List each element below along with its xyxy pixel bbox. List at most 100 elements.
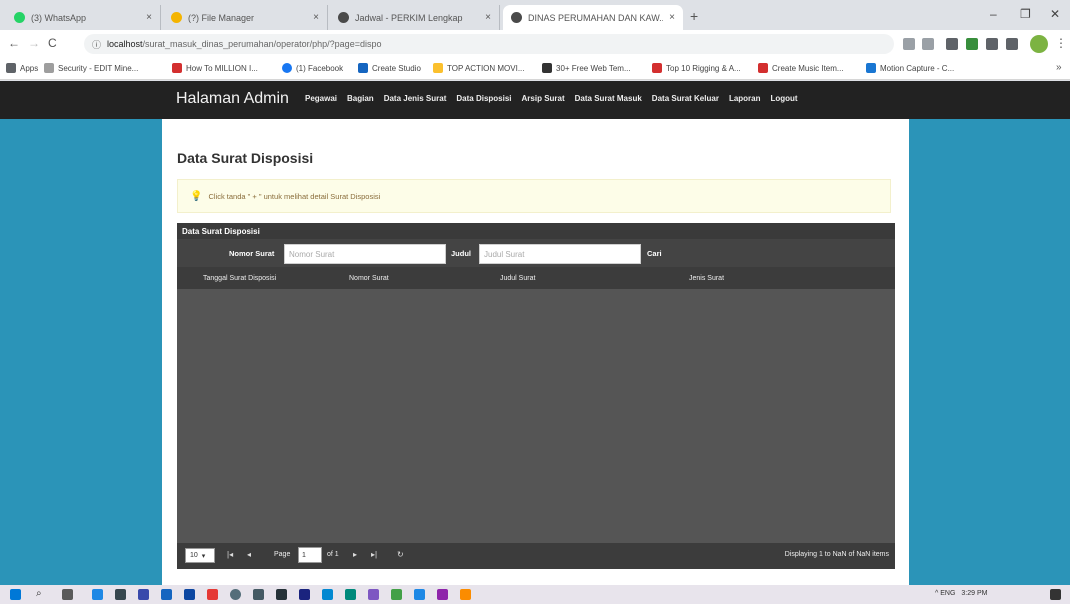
chevron-down-icon: ▾ — [201, 552, 206, 560]
browser-tab-bar: (3) WhatsApp × (?) File Manager × Jadwal… — [0, 0, 1070, 30]
app-icon[interactable] — [345, 589, 356, 600]
app-icon[interactable] — [391, 589, 402, 600]
app-icon[interactable] — [230, 589, 241, 600]
grid-filter-bar: Nomor Surat Judul Cari — [177, 239, 895, 267]
minimize-icon[interactable]: – — [990, 7, 997, 21]
bookmark-item[interactable]: TOP ACTION MOVI... — [433, 63, 525, 73]
nav-logout[interactable]: Logout — [771, 94, 798, 103]
bookmark-item[interactable]: (1) Facebook — [282, 63, 343, 73]
app-icon[interactable] — [207, 589, 218, 600]
nav-pegawai[interactable]: Pegawai — [305, 94, 337, 103]
menu-icon[interactable]: ⋮ — [1055, 36, 1067, 50]
bookmark-item[interactable]: Create Studio — [358, 63, 421, 73]
browser-tab[interactable]: (?) File Manager × — [163, 5, 328, 30]
bookmarks-bar: Apps Security - EDIT Mine... How To MILL… — [0, 58, 1070, 80]
close-icon[interactable]: × — [669, 12, 675, 23]
clock[interactable]: 3:29 PM — [961, 590, 987, 597]
app-icon[interactable] — [368, 589, 379, 600]
maximize-icon[interactable]: ❐ — [1020, 7, 1031, 21]
globe-icon — [338, 12, 349, 23]
bookmark-item[interactable]: Motion Capture - C... — [866, 63, 954, 73]
zoom-icon[interactable] — [903, 38, 915, 50]
app-icon[interactable] — [115, 589, 126, 600]
star-icon[interactable] — [922, 38, 934, 50]
nav-data-surat-keluar[interactable]: Data Surat Keluar — [652, 94, 719, 103]
app-icon[interactable] — [299, 589, 310, 600]
forward-icon[interactable]: → — [28, 36, 40, 50]
close-icon[interactable]: × — [485, 12, 491, 23]
bookmark-item[interactable]: Top 10 Rigging & A... — [652, 63, 741, 73]
judul-surat-input[interactable] — [479, 244, 641, 264]
bookmark-apps[interactable]: Apps — [6, 63, 38, 73]
youtube-icon — [172, 63, 182, 73]
next-page-icon[interactable]: ▸ — [353, 550, 357, 559]
app-icon[interactable] — [437, 589, 448, 600]
search-icon[interactable]: ⌕ — [36, 588, 42, 599]
url-input[interactable]: ⓘ localhost/surat_masuk_dinas_perumahan/… — [84, 34, 894, 54]
youtube-icon — [652, 63, 662, 73]
app-icon[interactable] — [322, 589, 333, 600]
nav-laporan[interactable]: Laporan — [729, 94, 761, 103]
bookmark-item[interactable]: 30+ Free Web Tem... — [542, 63, 631, 73]
task-view-icon[interactable] — [62, 589, 73, 600]
reload-icon[interactable]: C — [48, 36, 57, 50]
column-header[interactable]: Judul Surat — [500, 275, 535, 282]
app-icon[interactable] — [138, 589, 149, 600]
page-viewport: Halaman Admin Pegawai Bagian Data Jenis … — [0, 81, 1070, 585]
bookmark-item[interactable]: Security - EDIT Mine... — [44, 63, 138, 73]
app-icon[interactable] — [253, 589, 264, 600]
browser-tab[interactable]: (3) WhatsApp × — [6, 5, 161, 30]
column-header[interactable]: Tanggal Surat Disposisi — [203, 275, 276, 282]
close-icon[interactable]: × — [313, 12, 319, 23]
main-nav: Pegawai Bagian Data Jenis Surat Data Dis… — [305, 94, 798, 103]
pen-icon[interactable] — [986, 38, 998, 50]
top-navbar: Halaman Admin Pegawai Bagian Data Jenis … — [0, 81, 1070, 119]
judul-label: Judul — [451, 249, 471, 258]
browser-tab-active[interactable]: DINAS PERUMAHAN DAN KAW... × — [503, 5, 683, 30]
bookmark-label: Motion Capture - C... — [880, 63, 955, 73]
bookmark-label: Top 10 Rigging & A... — [666, 63, 741, 73]
app-icon[interactable] — [276, 589, 287, 600]
nav-arsip-surat[interactable]: Arsip Surat — [522, 94, 565, 103]
taskbar: ⌕ ^ ENG 3:29 PM — [0, 585, 1070, 604]
prev-page-icon[interactable]: ◂ — [247, 550, 251, 559]
new-tab-button[interactable]: + — [690, 8, 698, 24]
bookmark-icon — [866, 63, 876, 73]
extension-icon[interactable] — [946, 38, 958, 50]
refresh-icon[interactable]: ↻ — [397, 550, 404, 559]
app-icon[interactable] — [460, 589, 471, 600]
tray-icons[interactable]: ^ ENG — [935, 590, 955, 597]
profile-avatar[interactable] — [1030, 35, 1048, 53]
app-icon[interactable] — [92, 589, 103, 600]
column-header[interactable]: Jenis Surat — [689, 275, 724, 282]
chevron-right-icon[interactable]: » — [1056, 62, 1062, 73]
cari-button[interactable]: Cari — [647, 249, 662, 258]
windows-start-icon[interactable] — [10, 589, 21, 600]
app-icon[interactable] — [184, 589, 195, 600]
bookmark-item[interactable]: How To MILLION I... — [172, 63, 258, 73]
browser-tab[interactable]: Jadwal - PERKIM Lengkap × — [330, 5, 500, 30]
column-header[interactable]: Nomor Surat — [349, 275, 389, 282]
nomor-surat-input[interactable] — [284, 244, 446, 264]
app-icon[interactable] — [161, 589, 172, 600]
app-icon[interactable] — [414, 589, 425, 600]
nav-bagian[interactable]: Bagian — [347, 94, 374, 103]
page-number-input[interactable] — [298, 547, 322, 563]
lightbulb-icon: 💡 — [190, 190, 203, 202]
nav-data-surat-masuk[interactable]: Data Surat Masuk — [575, 94, 642, 103]
close-window-icon[interactable]: ✕ — [1050, 7, 1060, 21]
notification-icon[interactable] — [1050, 589, 1061, 600]
nav-data-disposisi[interactable]: Data Disposisi — [456, 94, 511, 103]
brand-title[interactable]: Halaman Admin — [176, 90, 289, 108]
page-size-select[interactable]: 10 ▾ — [185, 548, 215, 563]
nav-data-jenis-surat[interactable]: Data Jenis Surat — [384, 94, 447, 103]
close-icon[interactable]: × — [146, 12, 152, 23]
last-page-icon[interactable]: ▸| — [371, 550, 377, 559]
first-page-icon[interactable]: |◂ — [227, 550, 233, 559]
tab-title: (?) File Manager — [188, 12, 255, 23]
bookmark-item[interactable]: Create Music Item... — [758, 63, 844, 73]
back-icon[interactable]: ← — [8, 36, 20, 50]
puzzle-icon[interactable] — [1006, 38, 1018, 50]
youtube-icon — [758, 63, 768, 73]
extension-icon[interactable] — [966, 38, 978, 50]
